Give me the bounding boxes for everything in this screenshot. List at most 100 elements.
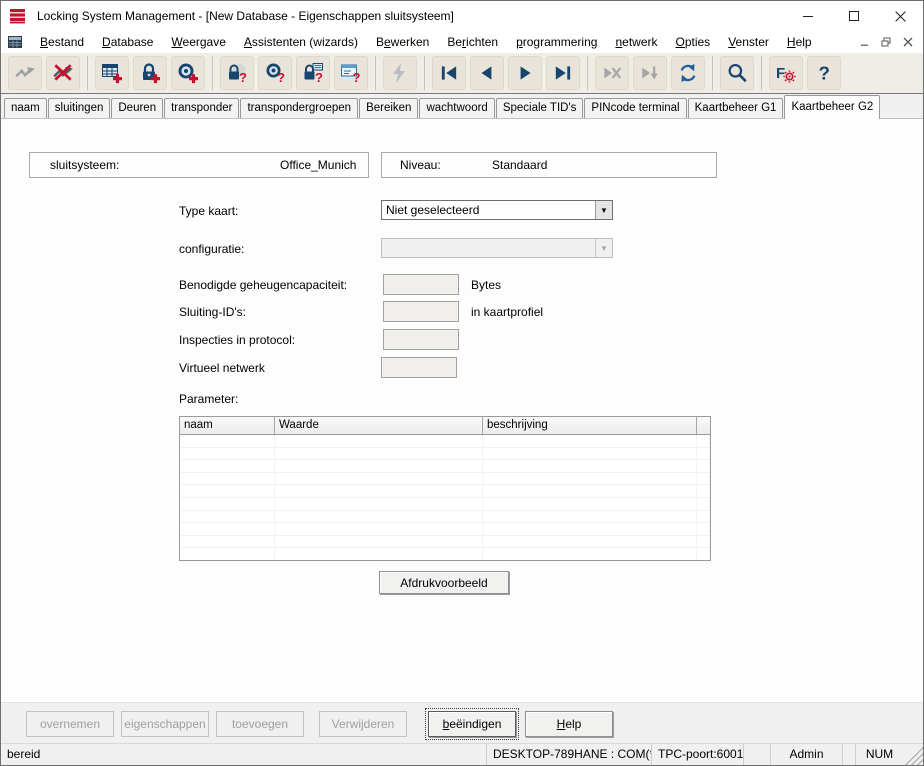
tab-kaartbeheer-g2[interactable]: Kaartbeheer G2 xyxy=(784,95,880,119)
menu-bewerken[interactable]: Bewerken xyxy=(367,33,438,51)
tab-wachtwoord[interactable]: wachtwoord xyxy=(419,98,494,118)
tab-transponder[interactable]: transponder xyxy=(164,98,239,118)
locking-system-box: sluitsysteem: Office_Munich xyxy=(29,152,369,178)
document-system-icon[interactable] xyxy=(7,34,25,50)
table-cell xyxy=(275,536,483,548)
table-cell xyxy=(697,498,710,510)
svg-text:?: ? xyxy=(239,70,247,84)
table-cell xyxy=(483,448,697,460)
filter-icon[interactable]: F xyxy=(769,56,803,90)
quit-button[interactable]: beëindigen xyxy=(428,711,516,737)
table-cell xyxy=(275,548,483,560)
first-record-icon[interactable] xyxy=(432,56,466,90)
search-icon[interactable] xyxy=(720,56,754,90)
new-locking-system-icon[interactable] xyxy=(95,56,129,90)
menu-berichten[interactable]: Berichten xyxy=(438,33,507,51)
disconnect-icon[interactable] xyxy=(46,56,80,90)
tab-pincode-terminal[interactable]: PINcode terminal xyxy=(584,98,686,118)
table-cell xyxy=(180,435,275,447)
lock-ids-field[interactable] xyxy=(383,301,459,322)
configuration-label: configuratie: xyxy=(179,242,244,256)
previous-record-icon[interactable] xyxy=(470,56,504,90)
table-cell xyxy=(483,485,697,497)
read-transponder-icon[interactable]: ? xyxy=(258,56,292,90)
column-header-Waarde[interactable]: Waarde xyxy=(275,417,483,434)
table-cell xyxy=(180,473,275,485)
cancel-search-icon xyxy=(595,56,629,90)
print-preview-button[interactable]: Afdrukvoorbeeld xyxy=(379,571,509,594)
level-label: Niveau: xyxy=(400,158,441,172)
table-cell xyxy=(275,473,483,485)
new-lock-icon[interactable] xyxy=(133,56,167,90)
next-record-icon[interactable] xyxy=(508,56,542,90)
card-type-select[interactable]: Niet geselecteerd ▼ xyxy=(381,200,613,220)
help-button[interactable]: Help xyxy=(525,711,613,737)
table-row xyxy=(180,511,710,524)
table-cell xyxy=(275,448,483,460)
tab-speciale-tid-s[interactable]: Speciale TID's xyxy=(496,98,584,118)
tab-transpondergroepen[interactable]: transpondergroepen xyxy=(240,98,358,118)
read-lock-icon[interactable]: ? xyxy=(220,56,254,90)
locking-system-label: sluitsysteem: xyxy=(50,158,119,172)
tab-strip: naamsluitingenDeurentranspondertranspond… xyxy=(1,94,923,119)
resize-grip[interactable] xyxy=(903,744,923,765)
mdi-restore-button[interactable] xyxy=(875,33,897,51)
toolbar-separator xyxy=(375,56,376,90)
help-icon[interactable]: ? xyxy=(807,56,841,90)
table-cell xyxy=(697,448,710,460)
table-row xyxy=(180,536,710,549)
toolbar-separator xyxy=(761,56,762,90)
minimize-button[interactable] xyxy=(785,1,831,31)
menu-weergave[interactable]: Weergave xyxy=(162,33,234,51)
column-header-blank[interactable] xyxy=(697,417,710,434)
menu-database[interactable]: Database xyxy=(93,33,162,51)
menu-opties[interactable]: Opties xyxy=(666,33,719,51)
menu-programmering[interactable]: programmering xyxy=(507,33,606,51)
status-panel-blank xyxy=(743,744,770,765)
chevron-down-icon[interactable]: ▼ xyxy=(595,201,612,219)
read-mifare-lock-icon[interactable]: ? xyxy=(296,56,330,90)
mdi-minimize-button[interactable] xyxy=(853,33,875,51)
virtual-network-field[interactable] xyxy=(381,357,457,378)
column-header-beschrijving[interactable]: beschrijving xyxy=(483,417,697,434)
svg-text:?: ? xyxy=(819,63,830,84)
table-cell xyxy=(180,523,275,535)
configuration-selected-value xyxy=(382,239,595,257)
tab-naam[interactable]: naam xyxy=(4,98,47,118)
new-transponder-icon[interactable] xyxy=(171,56,205,90)
menu-netwerk[interactable]: netwerk xyxy=(606,33,666,51)
table-cell xyxy=(180,485,275,497)
table-cell xyxy=(483,511,697,523)
table-cell xyxy=(697,460,710,472)
read-network-icon[interactable]: ? xyxy=(334,56,368,90)
app-logo-icon[interactable] xyxy=(9,8,29,24)
table-cell xyxy=(697,548,710,560)
memory-capacity-field[interactable] xyxy=(383,274,459,295)
inspections-field[interactable] xyxy=(383,329,459,350)
table-cell xyxy=(275,460,483,472)
tab-kaartbeheer-g1[interactable]: Kaartbeheer G1 xyxy=(688,98,784,118)
table-cell xyxy=(483,460,697,472)
tab-sluitingen[interactable]: sluitingen xyxy=(48,98,111,118)
status-panel-blank xyxy=(842,744,855,765)
refresh-icon[interactable] xyxy=(671,56,705,90)
connect-icon xyxy=(8,56,42,90)
card-type-label: Type kaart: xyxy=(179,204,238,218)
mdi-close-button[interactable] xyxy=(897,33,919,51)
column-header-naam[interactable]: naam xyxy=(180,417,275,434)
menu-assistenten[interactable]: Assistenten (wizards) xyxy=(235,33,367,51)
menu-venster[interactable]: Venster xyxy=(719,33,778,51)
table-row xyxy=(180,548,710,561)
toolbar-separator xyxy=(712,56,713,90)
tab-bereiken[interactable]: Bereiken xyxy=(359,98,418,118)
last-record-icon[interactable] xyxy=(546,56,580,90)
table-cell xyxy=(483,536,697,548)
menu-bestand[interactable]: Bestand xyxy=(31,33,93,51)
close-button[interactable] xyxy=(877,1,923,31)
maximize-button[interactable] xyxy=(831,1,877,31)
table-row xyxy=(180,498,710,511)
tab-deuren[interactable]: Deuren xyxy=(111,98,163,118)
menu-help[interactable]: Help xyxy=(778,33,821,51)
toolbar-separator xyxy=(424,56,425,90)
menu-items: BestandDatabaseWeergaveAssistenten (wiza… xyxy=(31,33,821,51)
